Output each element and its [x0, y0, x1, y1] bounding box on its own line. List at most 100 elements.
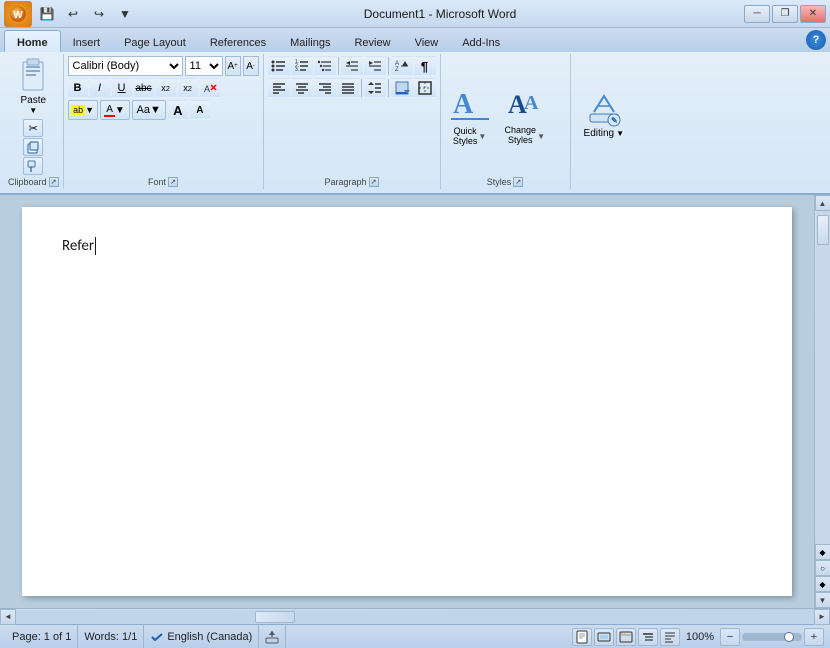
- align-left-button[interactable]: [268, 78, 290, 98]
- borders-button[interactable]: [414, 78, 436, 98]
- tab-references[interactable]: References: [198, 30, 278, 52]
- change-case-button[interactable]: Aa▼: [132, 100, 166, 120]
- restore-button[interactable]: ❐: [772, 5, 798, 23]
- zoom-slider-thumb[interactable]: [784, 632, 794, 642]
- quick-styles-label: QuickStyles: [453, 127, 478, 147]
- qat-more-button[interactable]: ▼: [114, 3, 136, 25]
- svg-text:A: A: [453, 89, 474, 120]
- scroll-thumb-h[interactable]: [255, 611, 295, 623]
- styles-content: A QuickStyles ▼ A A: [445, 56, 566, 175]
- scroll-track-h[interactable]: [16, 610, 814, 624]
- decrease-indent-button[interactable]: [341, 56, 363, 76]
- tab-insert[interactable]: Insert: [61, 30, 113, 52]
- underline-button[interactable]: U: [112, 78, 132, 98]
- sort-icon: A Z: [394, 58, 410, 74]
- tab-add-ins[interactable]: Add-Ins: [450, 30, 512, 52]
- cut-button[interactable]: ✂: [23, 119, 43, 137]
- help-button[interactable]: ?: [806, 30, 826, 50]
- bullets-button[interactable]: [268, 56, 290, 76]
- scroll-thumb-v[interactable]: [817, 215, 829, 245]
- subscript-button[interactable]: x2: [156, 78, 176, 98]
- scroll-extra-buttons: ◆ ○ ◆: [815, 544, 830, 592]
- document-page[interactable]: Refer: [22, 207, 792, 596]
- font-name-select[interactable]: Calibri (Body): [68, 56, 183, 76]
- scroll-up-button[interactable]: ▲: [815, 195, 830, 211]
- tab-home[interactable]: Home: [4, 30, 61, 52]
- tab-page-layout[interactable]: Page Layout: [112, 30, 198, 52]
- minimize-button[interactable]: ─: [744, 5, 770, 23]
- tab-review[interactable]: Review: [342, 30, 402, 52]
- font-color-button[interactable]: A▼: [100, 100, 130, 120]
- italic-button[interactable]: I: [90, 78, 110, 98]
- font-grow-button[interactable]: A+: [225, 56, 241, 76]
- tab-mailings[interactable]: Mailings: [278, 30, 342, 52]
- clipboard-expand[interactable]: ↗: [49, 177, 59, 187]
- zoom-in-button[interactable]: +: [804, 628, 824, 646]
- tab-view[interactable]: View: [403, 30, 451, 52]
- change-styles-label-row: ChangeStyles ▼: [505, 126, 545, 146]
- shading-button[interactable]: [391, 78, 413, 98]
- styles-expand[interactable]: ↗: [513, 177, 523, 187]
- decrease-indent-icon: [344, 58, 360, 74]
- shading-icon: [394, 80, 410, 96]
- view-print-button[interactable]: [572, 628, 592, 646]
- redo-button[interactable]: ↪: [88, 3, 110, 25]
- scrollbar-vertical[interactable]: ▲ ◆ ○ ◆ ▼: [814, 195, 830, 608]
- increase-indent-button[interactable]: [364, 56, 386, 76]
- borders-icon: [417, 80, 433, 96]
- words-status[interactable]: Words: 1/1: [78, 625, 144, 648]
- numbering-button[interactable]: 1. 2. 3.: [291, 56, 313, 76]
- font-grow-a-button[interactable]: A: [168, 100, 188, 120]
- font-expand[interactable]: ↗: [168, 177, 178, 187]
- scroll-prev-page[interactable]: ◆: [815, 544, 830, 560]
- editing-content: ✎ Editing ▼: [575, 56, 634, 175]
- page-status[interactable]: Page: 1 of 1: [6, 625, 78, 648]
- view-draft-button[interactable]: [660, 628, 680, 646]
- multilevel-list-button[interactable]: [314, 56, 336, 76]
- upload-icon: [265, 630, 279, 644]
- editing-arrow: ▼: [616, 129, 624, 138]
- clear-format-button[interactable]: A: [200, 78, 220, 98]
- group-paragraph: 1. 2. 3.: [264, 54, 441, 189]
- save-button[interactable]: 💾: [36, 3, 58, 25]
- copy-button[interactable]: [23, 138, 43, 156]
- quick-styles-button[interactable]: A QuickStyles ▼: [445, 81, 495, 151]
- superscript-button[interactable]: x2: [178, 78, 198, 98]
- sort-button[interactable]: A Z: [391, 56, 413, 76]
- zoom-slider[interactable]: [742, 633, 802, 641]
- svg-text:W: W: [13, 10, 23, 21]
- scroll-left-button[interactable]: ◄: [0, 609, 16, 625]
- editing-button[interactable]: ✎ Editing ▼: [575, 88, 634, 143]
- zoom-out-button[interactable]: −: [720, 628, 740, 646]
- scrollbar-horizontal-area: ◄ ►: [0, 608, 830, 624]
- font-shrink-a-button[interactable]: A: [190, 100, 210, 120]
- line-spacing-button[interactable]: [364, 78, 386, 98]
- font-size-select[interactable]: 11: [185, 56, 223, 76]
- view-outline-button[interactable]: [638, 628, 658, 646]
- format-painter-button[interactable]: [23, 157, 43, 175]
- title-bar: W 💾 ↩ ↪ ▼ Document1 - Microsoft Word ─ ❐…: [0, 0, 830, 28]
- align-center-button[interactable]: [291, 78, 313, 98]
- scroll-down-button[interactable]: ▼: [815, 592, 830, 608]
- change-styles-button[interactable]: A A ChangeStyles ▼: [499, 81, 551, 150]
- bold-button[interactable]: B: [68, 78, 88, 98]
- strikethrough-button[interactable]: abc: [134, 78, 154, 98]
- font-shrink-button[interactable]: A-: [243, 56, 259, 76]
- undo-button[interactable]: ↩: [62, 3, 84, 25]
- view-web-button[interactable]: [616, 628, 636, 646]
- justify-button[interactable]: [337, 78, 359, 98]
- close-button[interactable]: ✕: [800, 5, 826, 23]
- scroll-next-page[interactable]: ◆: [815, 576, 830, 592]
- office-button[interactable]: W: [4, 1, 32, 27]
- view-fullscreen-button[interactable]: [594, 628, 614, 646]
- paragraph-expand[interactable]: ↗: [369, 177, 379, 187]
- align-right-button[interactable]: [314, 78, 336, 98]
- document-text[interactable]: Refer: [62, 237, 752, 255]
- show-marks-button[interactable]: ¶: [414, 56, 436, 76]
- paste-button[interactable]: Paste ▼: [13, 56, 53, 117]
- language-status[interactable]: English (Canada): [144, 625, 259, 648]
- scroll-right-button[interactable]: ►: [814, 609, 830, 625]
- scroll-track-v[interactable]: [816, 211, 830, 544]
- highlight-color-button[interactable]: ab▼: [68, 100, 98, 120]
- scroll-select[interactable]: ○: [815, 560, 830, 576]
